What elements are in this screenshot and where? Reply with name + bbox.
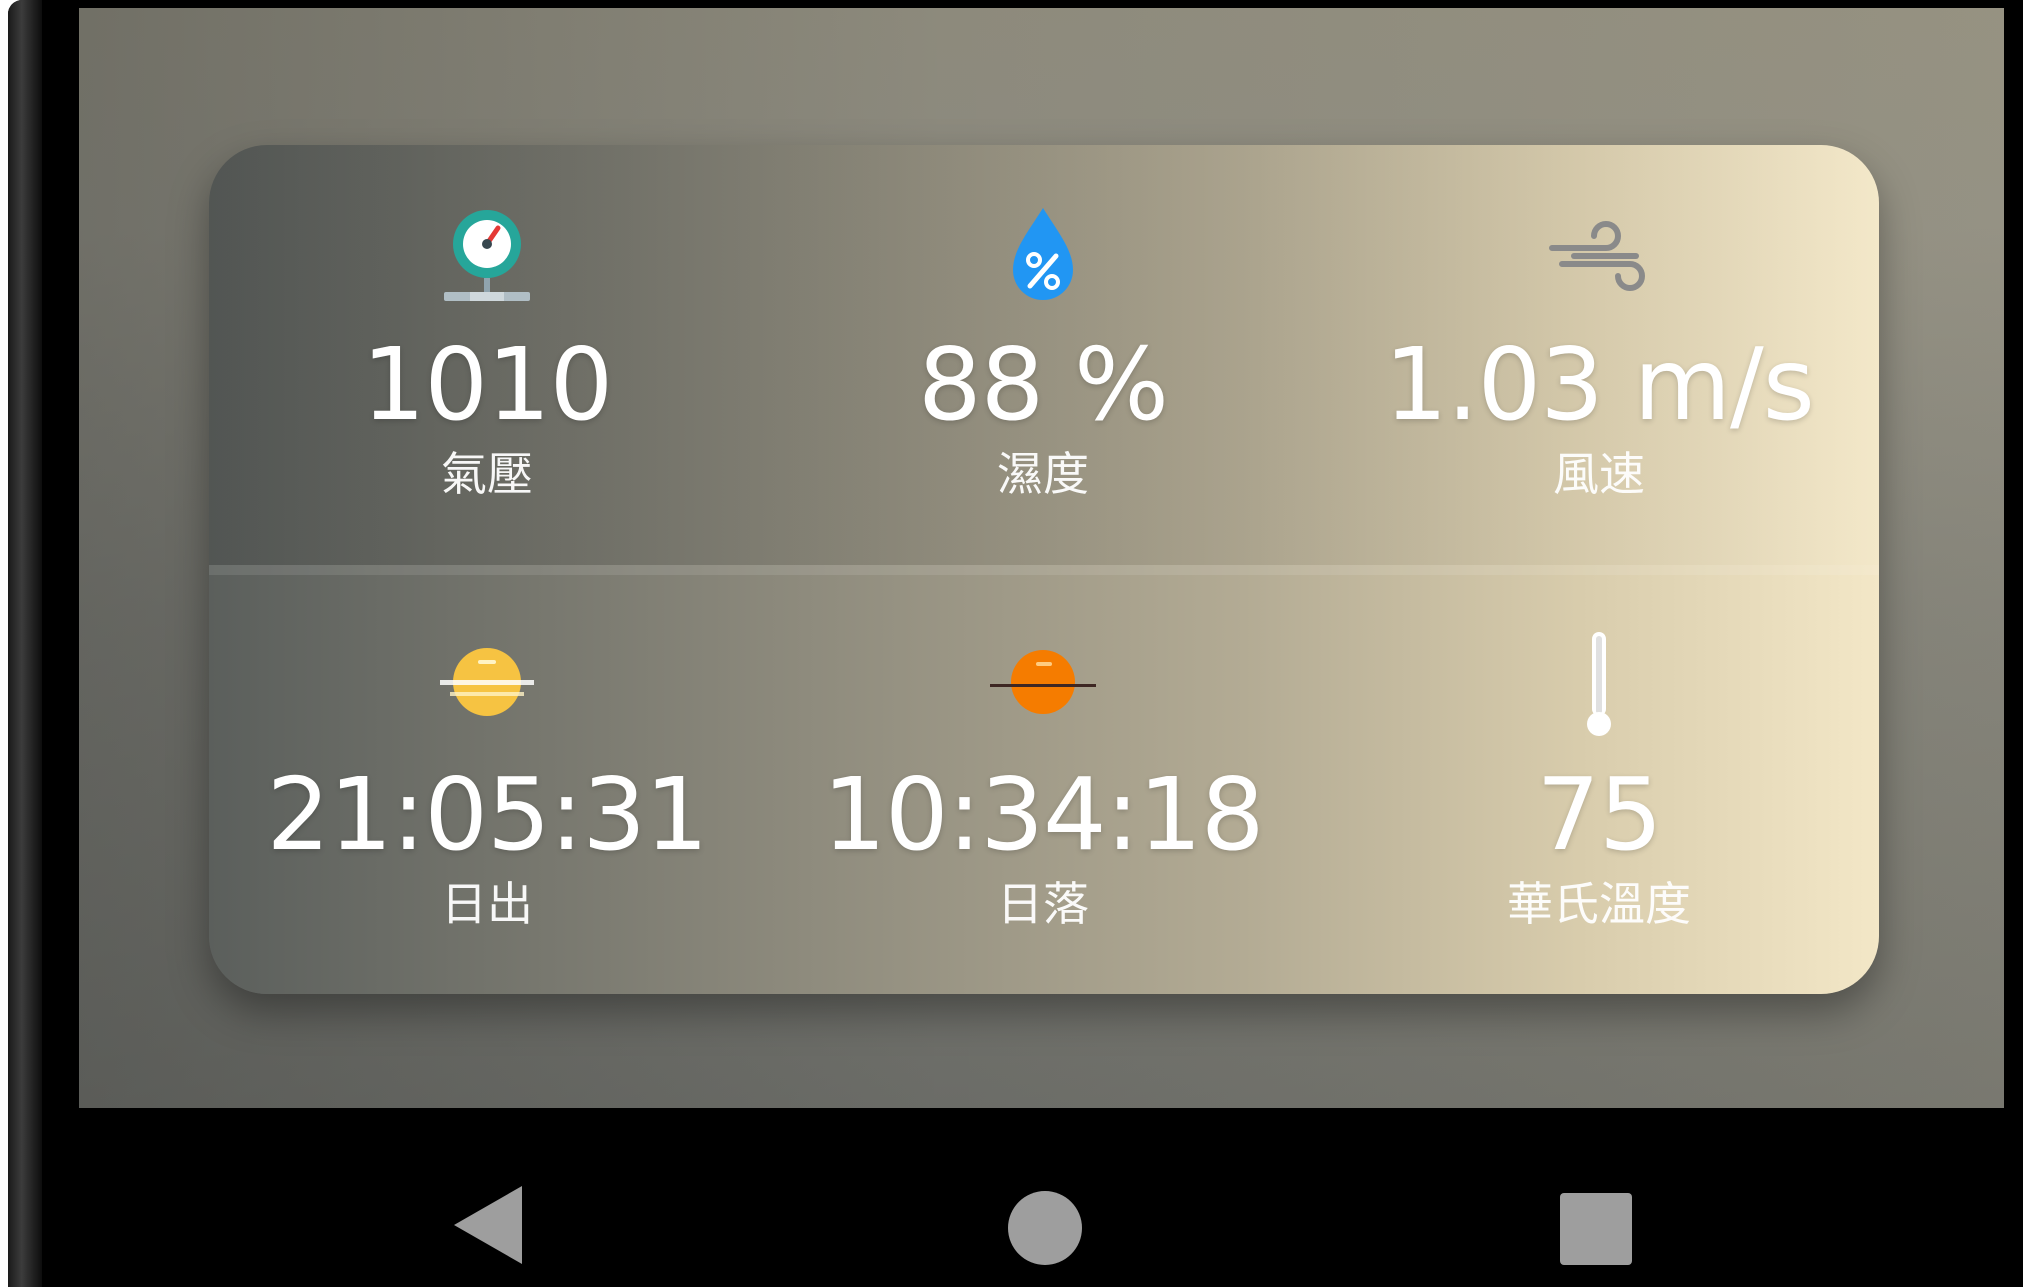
- sunrise-label: 日出: [441, 877, 533, 931]
- sunrise-value: 21:05:31: [266, 756, 708, 873]
- sunset-icon: [988, 630, 1098, 740]
- back-icon: [454, 1186, 522, 1264]
- sunset-cell: 10:34:18 日落: [765, 575, 1321, 994]
- humidity-label: 濕度: [997, 447, 1089, 501]
- sunset-label: 日落: [997, 877, 1089, 931]
- phone-edge: [8, 0, 42, 1287]
- home-button[interactable]: [1007, 1190, 1083, 1266]
- back-button[interactable]: [448, 1180, 528, 1270]
- fahrenheit-cell: 75 華氏溫度: [1321, 575, 1877, 994]
- sunset-value: 10:34:18: [822, 756, 1264, 873]
- wind-icon: [1544, 200, 1654, 310]
- pressure-cell: 1010 氣壓: [209, 145, 765, 565]
- wind-value: 1.03 m/s: [1384, 326, 1815, 443]
- humidity-cell: 88 % 濕度: [765, 145, 1321, 565]
- pressure-gauge-icon: [432, 200, 542, 310]
- sunrise-icon: [432, 630, 542, 740]
- app-screen: 1010 氣壓 88 % 濕度 1.03 m/s 風速 21:05:31 日出 …: [79, 8, 2004, 1108]
- sunrise-cell: 21:05:31 日出: [209, 575, 765, 994]
- pressure-value: 1010: [361, 326, 613, 443]
- fahrenheit-value: 75: [1536, 756, 1662, 873]
- humidity-drop-icon: [988, 200, 1098, 310]
- pressure-label: 氣壓: [441, 447, 533, 501]
- humidity-value: 88 %: [917, 326, 1169, 443]
- weather-details-card: 1010 氣壓 88 % 濕度 1.03 m/s 風速 21:05:31 日出 …: [209, 145, 1879, 994]
- recents-icon: [1560, 1193, 1632, 1265]
- wind-cell: 1.03 m/s 風速: [1321, 145, 1877, 565]
- card-row-divider: [209, 565, 1879, 575]
- home-icon: [1008, 1191, 1082, 1265]
- wind-label: 風速: [1553, 447, 1645, 501]
- fahrenheit-label: 華氏溫度: [1507, 877, 1691, 931]
- thermometer-icon: [1544, 630, 1654, 740]
- recents-button[interactable]: [1558, 1191, 1634, 1267]
